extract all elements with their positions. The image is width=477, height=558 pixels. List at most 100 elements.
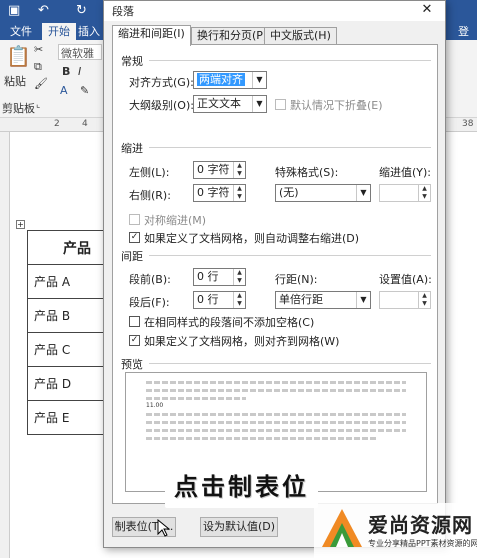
watermark: 爱尚资源网 专业分享精品PPT素材资源的网站 (314, 503, 477, 558)
preview-sample-text: 11.00 (146, 402, 164, 409)
space-after-input[interactable]: 0 行 ▲ ▼ (193, 291, 246, 309)
tab-insert[interactable]: 插入 (72, 23, 106, 40)
clipboard-launcher-icon[interactable]: ⌞ (36, 100, 40, 110)
alignment-select[interactable]: 两端对齐 ▼ (193, 71, 267, 89)
table-cell[interactable]: 产品 B (27, 298, 107, 333)
italic-icon[interactable]: I (78, 65, 81, 78)
highlight-icon[interactable]: ✎ (80, 84, 89, 97)
format-painter-icon[interactable]: 🖌 (34, 77, 48, 90)
paste-icon[interactable]: 📋 (6, 44, 31, 68)
indent-by-input[interactable]: ▲ ▼ (379, 184, 431, 202)
product-table[interactable]: 产品 产品 A 产品 B 产品 C 产品 D 产品 E (27, 230, 107, 435)
collapse-checkbox[interactable] (275, 99, 286, 110)
font-name-input[interactable]: 微软雅黑 (58, 44, 102, 60)
outline-level-select[interactable]: 正文文本 ▼ (193, 95, 267, 113)
line-spacing-select[interactable]: 单倍行距 ▼ (275, 291, 371, 309)
vertical-ruler[interactable] (0, 132, 10, 558)
table-header-cell[interactable]: 产品 (27, 230, 107, 265)
tutorial-caption: 点击制表位 (165, 467, 318, 508)
table-move-handle-icon[interactable]: + (16, 220, 25, 229)
snap-to-grid-label: 如果定义了文档网格，则对齐到网格(W) (144, 335, 340, 348)
chevron-down-icon[interactable]: ▼ (252, 72, 266, 88)
ruler-number: 38 (462, 119, 474, 129)
save-icon[interactable]: ▣ (8, 3, 20, 18)
mirror-indents-label: 对称缩进(M) (144, 214, 207, 227)
chevron-down-icon[interactable]: ▼ (252, 96, 266, 112)
auto-adjust-checkbox[interactable]: ✓ (129, 232, 140, 243)
collapse-label: 默认情况下折叠(E) (290, 99, 383, 112)
preview-text-line (146, 389, 406, 392)
line-spacing-label: 行距(N): (275, 273, 318, 286)
chevron-down-icon[interactable]: ▼ (356, 185, 370, 201)
spinner-arrows-icon[interactable]: ▲ ▼ (233, 292, 245, 308)
paste-button[interactable]: 粘贴 (4, 73, 26, 89)
no-space-same-style-checkbox[interactable] (129, 316, 140, 327)
tab-line-page-breaks[interactable]: 换行和分页(P) (191, 27, 274, 45)
ribbon-right-area (446, 0, 477, 118)
preview-text-line (146, 437, 376, 440)
mouse-cursor-icon (157, 519, 171, 537)
bold-icon[interactable]: B (62, 65, 70, 78)
section-preview: 预览 (121, 358, 143, 371)
indent-right-input[interactable]: 0 字符 ▲ ▼ (193, 184, 246, 202)
set-as-default-button[interactable]: 设为默认值(D) (200, 517, 278, 537)
site-logo-icon (322, 509, 362, 547)
spinner-arrows-icon[interactable]: ▲ ▼ (418, 185, 430, 201)
indent-left-label: 左侧(L): (129, 166, 170, 179)
special-indent-value: (无) (279, 186, 299, 199)
spinner-arrows-icon[interactable]: ▲ ▼ (418, 292, 430, 308)
chevron-down-icon[interactable]: ▼ (356, 292, 370, 308)
tab-file[interactable]: 文件 (4, 23, 38, 40)
ruler-number: 2 (54, 119, 60, 129)
section-divider (149, 60, 431, 61)
tab-indents-spacing[interactable]: 缩进和间距(I) (112, 25, 191, 46)
copy-icon[interactable]: ⧉ (34, 60, 42, 74)
indent-right-label: 右侧(R): (129, 189, 171, 202)
alignment-value: 两端对齐 (197, 73, 245, 86)
table-cell[interactable]: 产品 C (27, 332, 107, 367)
clipboard-group-label: 剪贴板 (2, 102, 35, 115)
dialog-title-bar[interactable]: 段落 ✕ (104, 1, 445, 21)
cut-icon[interactable]: ✂ (34, 43, 43, 56)
spacing-at-label: 设置值(A): (379, 273, 432, 286)
redo-icon[interactable]: ↻ (76, 3, 87, 18)
section-divider (149, 363, 431, 364)
space-before-input[interactable]: 0 行 ▲ ▼ (193, 268, 246, 286)
spinner-arrows-icon[interactable]: ▲ ▼ (233, 185, 245, 201)
table-cell[interactable]: 产品 A (27, 264, 107, 299)
snap-to-grid-checkbox[interactable]: ✓ (129, 335, 140, 346)
indent-left-value: 0 字符 (197, 163, 230, 176)
tab-asian-typography[interactable]: 中文版式(H) (264, 27, 337, 45)
no-space-same-style-label: 在相同样式的段落间不添加空格(C) (144, 316, 315, 329)
section-indentation: 缩进 (121, 142, 143, 155)
table-cell[interactable]: 产品 D (27, 366, 107, 401)
indent-left-input[interactable]: 0 字符 ▲ ▼ (193, 161, 246, 179)
indent-right-value: 0 字符 (197, 186, 230, 199)
spinner-arrows-icon[interactable]: ▲ ▼ (233, 162, 245, 178)
spinner-arrows-icon[interactable]: ▲ ▼ (233, 269, 245, 285)
dialog-title: 段落 (112, 5, 134, 18)
auto-adjust-label: 如果定义了文档网格，则自动调整右缩进(D) (144, 232, 360, 245)
paragraph-dialog: 段落 ✕ 缩进和间距(I) 换行和分页(P) 中文版式(H) 常规 对齐方式(G… (103, 0, 446, 548)
close-icon[interactable]: ✕ (413, 1, 441, 19)
preview-text-line (146, 421, 406, 424)
special-indent-label: 特殊格式(S): (275, 166, 339, 179)
watermark-title: 爱尚资源网 (368, 513, 473, 537)
space-before-label: 段前(B): (129, 273, 171, 286)
outline-level-value: 正文文本 (197, 97, 241, 110)
section-general: 常规 (121, 55, 143, 68)
table-cell[interactable]: 产品 E (27, 400, 107, 435)
spacing-at-input[interactable]: ▲ ▼ (379, 291, 431, 309)
alignment-label: 对齐方式(G): (129, 76, 194, 89)
mirror-indents-checkbox[interactable] (129, 214, 140, 225)
tab-home[interactable]: 开始 (42, 23, 76, 40)
undo-icon[interactable]: ↶ (38, 3, 49, 18)
ruler-number: 4 (82, 119, 88, 129)
text-effects-icon[interactable]: A (60, 84, 68, 97)
preview-text-line (146, 397, 246, 400)
section-spacing: 间距 (121, 250, 143, 263)
tab-panel: 常规 对齐方式(G): 两端对齐 ▼ 大纲级别(O): 正文文本 ▼ 默认情况下… (112, 44, 438, 504)
special-indent-select[interactable]: (无) ▼ (275, 184, 371, 202)
section-divider (149, 255, 431, 256)
watermark-subtitle: 专业分享精品PPT素材资源的网站 (368, 539, 477, 548)
